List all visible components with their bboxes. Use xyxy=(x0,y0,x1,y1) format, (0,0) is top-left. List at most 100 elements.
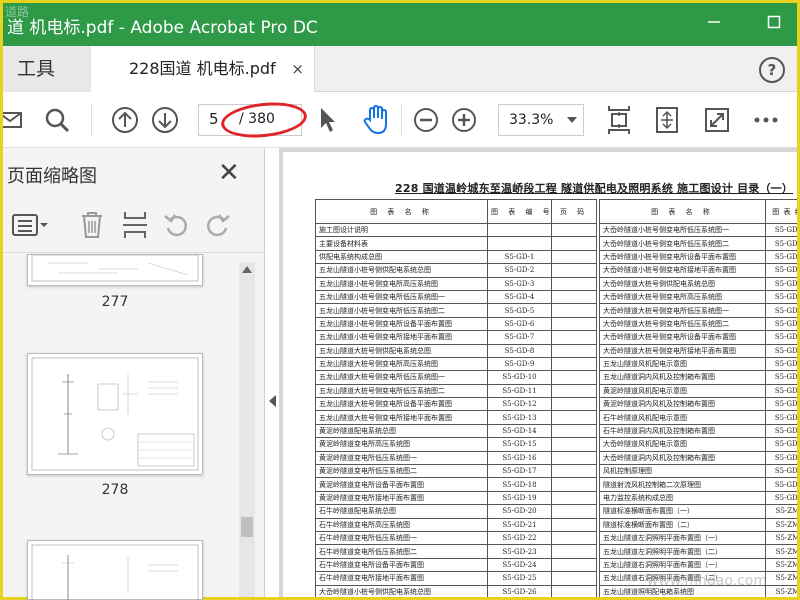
page-thumbnail[interactable] xyxy=(27,540,203,600)
full-screen-icon[interactable] xyxy=(703,104,731,136)
table-cell: 主要设备材料表 xyxy=(315,236,488,251)
table-cell: S5-GD-21 xyxy=(487,517,552,532)
table-cell xyxy=(551,330,597,345)
table-cell: 黄泥岭隧道变电所低压系统图二 xyxy=(315,464,488,479)
table-cell: 五龙山隧道小桩号侧变电所设备平面布置图 xyxy=(315,316,488,332)
collapse-panel-icon[interactable] xyxy=(269,395,276,407)
fit-page-icon[interactable] xyxy=(605,104,633,136)
table-cell: 五龙山隧道洞内风机及控制箱布置图 xyxy=(599,370,766,385)
scroll-mode-icon[interactable] xyxy=(653,104,681,136)
table-cell: S5-GD-25 xyxy=(487,571,552,586)
table-row: 五龙山隧道洞内风机及控制箱布置图S5-GD- xyxy=(599,370,797,385)
panel-divider xyxy=(3,252,265,253)
maximize-button[interactable] xyxy=(763,13,785,35)
table-row: 主要设备材料表 xyxy=(315,236,597,251)
table-cell xyxy=(551,383,597,399)
table-cell xyxy=(551,263,597,278)
table-row: 石牛岭隧道变电所接地平面布置图 S5-GD-25 xyxy=(315,571,597,586)
search-icon[interactable] xyxy=(41,104,73,136)
previous-page-icon[interactable] xyxy=(109,104,141,136)
thumbnail-options-icon[interactable] xyxy=(11,212,49,238)
table-cell: 大岙岭隧道小桩号侧变电所设备平面布置图 xyxy=(599,249,766,265)
table-cell xyxy=(487,236,552,251)
table-cell xyxy=(551,490,597,506)
tab-tools[interactable]: 工具 xyxy=(3,46,91,92)
thumbnail-scrollbar[interactable] xyxy=(239,262,255,597)
table-row: 隧道标准横断面布置图（一） S5-ZM xyxy=(599,504,797,519)
table-row: 五龙山隧道小桩号侧变电所设备平面布置图 S5-GD-6 xyxy=(315,316,597,332)
table-cell: S5-GD-10 xyxy=(487,370,552,385)
table-cell xyxy=(551,477,597,492)
scroll-up-icon[interactable] xyxy=(242,266,252,273)
panel-toolbar xyxy=(7,206,257,246)
more-options-icon[interactable] xyxy=(751,104,781,136)
current-page-input[interactable]: 5 xyxy=(209,110,219,128)
table-row: 大岙岭隧道大桩号侧变电所设备平面布置图S5-GD- xyxy=(599,330,797,345)
tab-document[interactable]: 228国道 机电标.pdf × xyxy=(91,46,315,92)
zoom-level-select[interactable]: 33.3% xyxy=(498,104,584,136)
help-icon[interactable]: ? xyxy=(759,57,785,83)
rotate-left-icon[interactable] xyxy=(163,212,191,238)
table-row: 大岙岭隧道洞内风机及控制箱布置图S5-GD- xyxy=(599,450,797,466)
select-cursor-icon[interactable] xyxy=(315,104,341,136)
panel-close-icon[interactable]: ✕ xyxy=(218,158,240,188)
table-cell: 黄泥岭隧道变电所设备平面布置图 xyxy=(315,477,488,492)
table-cell xyxy=(551,249,597,265)
rotate-right-icon[interactable] xyxy=(203,212,231,238)
table-cell: 供配电系统构成总图 xyxy=(315,249,488,265)
table-cell xyxy=(551,276,597,291)
table-row: 五龙山隧道大桩号侧变电所低压系统图一 S5-GD-10 xyxy=(315,370,597,385)
table-cell xyxy=(551,410,597,425)
table-row: 大岙岭隧道大桩号侧变电所高压系统图S5-GD- xyxy=(599,289,797,305)
table-cell xyxy=(551,370,597,385)
table-cell xyxy=(551,222,597,238)
table-row: 五龙山隧道左洞照明平面布置图（二） S5-ZM xyxy=(599,544,797,559)
page-thumbnail[interactable] xyxy=(27,254,203,286)
panel-title: 页面缩略图 xyxy=(7,166,97,187)
table-cell: 大岙岭隧道大桩号侧变电所接地平面布置图 xyxy=(599,343,766,358)
scrollbar-thumb[interactable] xyxy=(241,517,253,537)
table-cell: S5-GD- xyxy=(765,383,797,399)
table-cell: S5-GD-17 xyxy=(487,464,552,479)
page-thumbnail[interactable] xyxy=(27,353,203,475)
table-cell: 隧道标准横断面布置图（一） xyxy=(599,504,766,519)
zoom-in-icon[interactable] xyxy=(449,104,479,136)
table-cell: S5-GD-19 xyxy=(487,490,552,506)
table-cell: 石牛岭隧道变电所高压系统图 xyxy=(315,517,488,532)
delete-page-icon[interactable] xyxy=(79,210,105,240)
hand-tool-icon[interactable] xyxy=(359,104,393,136)
table-cell: S5-GD- xyxy=(765,370,797,385)
document-view[interactable]: 228 国道温岭城东至温峤段工程 隧道供配电及照明系统 施工图设计 目录（一） … xyxy=(279,148,797,597)
email-icon[interactable] xyxy=(3,104,25,136)
table-cell xyxy=(551,464,597,479)
table-cell: 石牛岭隧道配电系统总图 xyxy=(315,504,488,519)
table-row: 石牛岭隧道风机配电示意图S5-GD- xyxy=(599,410,797,425)
table-cell: S5-GD-8 xyxy=(487,343,552,358)
minimize-button[interactable] xyxy=(703,13,725,35)
table-cell: S5-GD- xyxy=(765,263,797,278)
table-cell xyxy=(551,343,597,358)
zoom-out-icon[interactable] xyxy=(411,104,441,136)
table-row: 黄泥岭隧道变电所设备平面布置图 S5-GD-18 xyxy=(315,477,597,492)
next-page-icon[interactable] xyxy=(149,104,181,136)
table-cell: S5-GD-11 xyxy=(487,383,552,399)
table-cell: 大岙岭隧道小桩号侧变电所低压系统图二 xyxy=(599,236,766,251)
table-row: 大岙岭隧道小桩号侧变电所接地平面布置图S5-GD- xyxy=(599,263,797,278)
table-cell: S5-GD-1 xyxy=(487,249,552,265)
table-cell: 五龙山隧道大桩号侧变电所接地平面布置图 xyxy=(315,410,488,425)
extract-page-icon[interactable] xyxy=(121,210,149,240)
table-cell: 电力监控系统构成总图 xyxy=(599,490,766,506)
table-cell: S5-GD-22 xyxy=(487,530,552,546)
table-row: 大岙岭隧道小桩号侧变电所低压系统图一S5-GD- xyxy=(599,222,797,238)
table-cell: 石牛岭隧道变电所低压系统图一 xyxy=(315,530,488,546)
tab-close-icon[interactable]: × xyxy=(291,46,304,92)
table-cell: 石牛岭隧道洞内风机及控制箱布置图 xyxy=(599,423,766,439)
table-cell: 五龙山隧道大桩号侧变电所设备平面布置图 xyxy=(315,397,488,412)
table-cell: 石牛岭隧道变电所设备平面布置图 xyxy=(315,557,488,573)
table-row: 大岙岭隧道风机配电示意图S5-GD- xyxy=(599,437,797,452)
thumbnail-page-number: 278 xyxy=(101,482,129,498)
table-row: 五龙山隧道大桩号侧变电所接地平面布置图 S5-GD-13 xyxy=(315,410,597,425)
table-row: 五龙山隧道小桩号侧供配电系统总图 S5-GD-2 xyxy=(315,263,597,278)
table-cell: S5-GD-26 xyxy=(487,584,552,597)
table-row: 大岙岭隧道大桩号侧供配电系统总图S5-GD- xyxy=(599,276,797,291)
